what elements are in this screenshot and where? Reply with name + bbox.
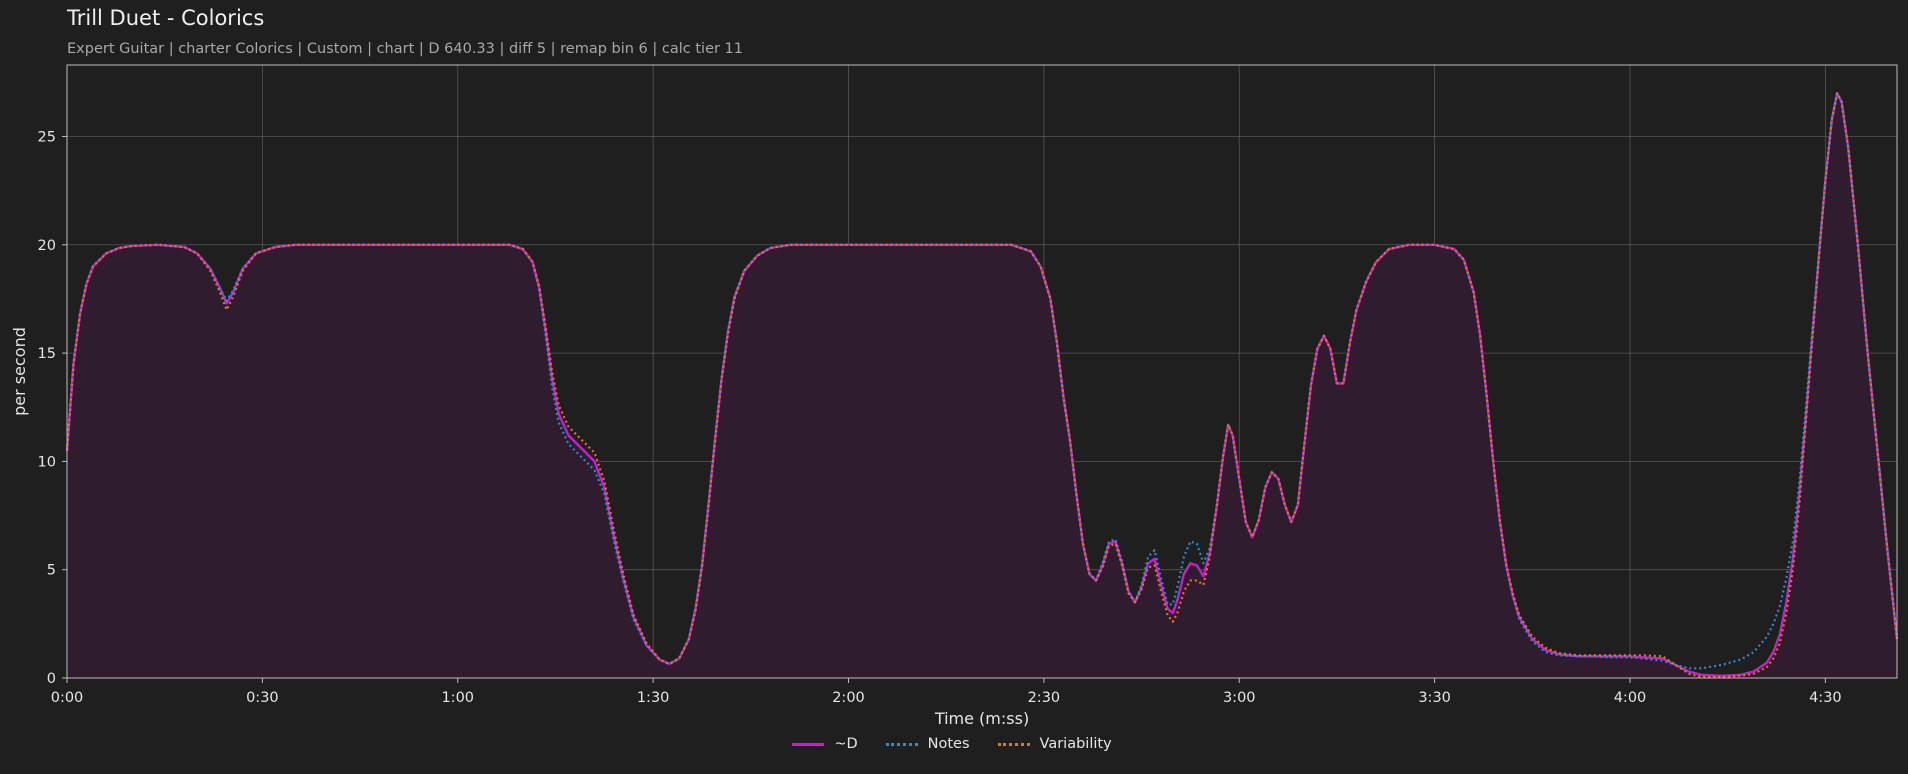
y-tick-label: 10 xyxy=(38,454,56,470)
x-tick-label: 0:00 xyxy=(51,690,84,706)
legend-label-variability: Variability xyxy=(1039,736,1112,752)
y-axis-label: per second xyxy=(10,327,29,416)
y-tick-label: 0 xyxy=(47,671,56,687)
legend-label-notes: Notes xyxy=(927,736,970,752)
x-tick-label: 1:30 xyxy=(637,690,670,706)
y-tick-label: 20 xyxy=(38,238,56,254)
area-fill-d xyxy=(67,93,1897,678)
legend-item-variability: Variability xyxy=(997,736,1112,752)
y-tick-label: 25 xyxy=(38,129,56,145)
x-tick-label: 4:00 xyxy=(1614,690,1647,706)
legend-label-d: ~D xyxy=(834,736,858,752)
legend-swatch-d xyxy=(792,742,825,746)
legend: ~D Notes Variability xyxy=(0,736,1908,752)
y-tick-label: 15 xyxy=(38,346,56,362)
legend-item-d: ~D xyxy=(792,736,858,752)
x-tick-label: 3:00 xyxy=(1223,690,1256,706)
x-tick-label: 3:30 xyxy=(1418,690,1451,706)
x-axis-label: Time (m:ss) xyxy=(934,709,1029,728)
y-tick-label: 5 xyxy=(47,563,56,579)
x-tick-label: 4:30 xyxy=(1809,690,1842,706)
x-tick-label: 1:00 xyxy=(441,690,474,706)
legend-swatch-notes xyxy=(885,742,918,746)
line-chart: 0:00 0:30 1:00 1:30 2:00 2:30 3:00 3:30 4:00 4:30… xyxy=(10,64,1899,728)
x-tick-label: 2:00 xyxy=(832,690,865,706)
legend-swatch-variability xyxy=(997,742,1030,746)
x-tick-label: 0:30 xyxy=(246,690,279,706)
x-tick-label: 2:30 xyxy=(1028,690,1061,706)
legend-item-notes: Notes xyxy=(885,736,970,752)
